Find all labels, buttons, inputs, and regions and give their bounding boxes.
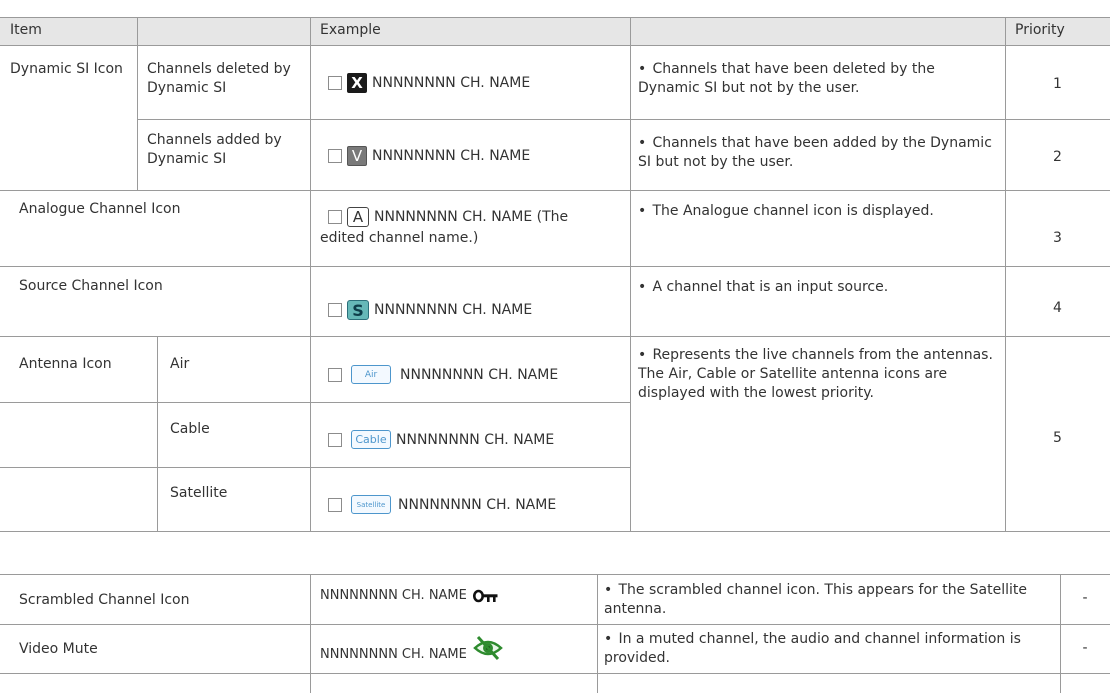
satellite-sublabel: Satellite — [170, 485, 228, 501]
checkbox[interactable] — [328, 210, 342, 224]
channel-name: NNNNNNNN CH. NAME — [374, 302, 533, 318]
channel-name: NNNNNNNN CH. NAME — [400, 366, 559, 383]
video-mute-example: NNNNNNNN CH. NAME — [320, 634, 503, 662]
scrambled-label: Scrambled Channel Icon — [19, 592, 190, 608]
rule — [0, 467, 630, 468]
rule — [630, 17, 631, 531]
channel-name: NNNNNNNN CH. NAME — [396, 431, 555, 448]
channel-name: NNNNNNNN CH. NAME — [398, 496, 557, 513]
table-header-row — [0, 17, 1110, 45]
channel-name: NNNNNNNN CH. NAME — [372, 75, 531, 91]
dynamic-si-label: Dynamic SI Icon — [10, 61, 123, 77]
analogue-example: A NNNNNNNN CH. NAME (The — [328, 207, 568, 227]
cable-antenna-icon: Cable — [351, 430, 391, 449]
source-example: S NNNNNNNN CH. NAME — [328, 300, 532, 320]
rule — [137, 17, 138, 45]
rule — [310, 17, 311, 531]
checkbox[interactable] — [328, 497, 342, 512]
rule — [597, 574, 598, 693]
description-text: The scrambled channel icon. This appears… — [604, 582, 1027, 617]
satellite-example: Satellite NNNNNNNN CH. NAME — [328, 495, 556, 514]
checkbox[interactable] — [328, 303, 342, 317]
rule — [137, 45, 138, 190]
description-text: Channels that have been deleted by the D… — [638, 61, 935, 96]
channel-name-note: edited channel name.) — [320, 230, 479, 246]
channel-name: NNNNNNNN CH. NAME — [320, 588, 467, 603]
added-sublabel: Channels added by Dynamic SI — [147, 132, 282, 167]
rule — [0, 574, 1110, 575]
video-mute-description: • In a muted channel, the audio and chan… — [604, 631, 1021, 666]
deleted-sublabel: Channels deleted by Dynamic SI — [147, 61, 291, 96]
air-sublabel: Air — [170, 356, 190, 372]
antenna-label: Antenna Icon — [19, 356, 112, 372]
source-label: Source Channel Icon — [19, 278, 163, 294]
priority-value: 2 — [1053, 149, 1062, 165]
air-antenna-icon: Air — [351, 365, 391, 384]
priority-value: 1 — [1053, 76, 1062, 92]
analogue-description: • The Analogue channel icon is displayed… — [638, 203, 934, 219]
description-text: The Analogue channel icon is displayed. — [652, 203, 934, 219]
header-priority: Priority — [1015, 22, 1065, 38]
rule — [1005, 17, 1006, 531]
rule — [0, 336, 1110, 337]
rule — [0, 531, 1110, 532]
header-item: Item — [10, 22, 42, 38]
rule — [0, 190, 1110, 191]
checkbox[interactable] — [328, 76, 342, 90]
rule — [0, 17, 1110, 18]
rule — [0, 266, 1110, 267]
rule — [137, 119, 1110, 120]
eye-slash-icon — [473, 634, 503, 662]
description-text: A channel that is an input source. — [652, 279, 889, 295]
checkbox[interactable] — [328, 149, 342, 163]
added-v-icon: V — [347, 146, 367, 166]
scrambled-example: NNNNNNNN CH. NAME — [320, 588, 499, 603]
cable-sublabel: Cable — [170, 421, 210, 437]
deleted-description: • Channels that have been deleted by the… — [638, 61, 935, 96]
priority-value: - — [1082, 590, 1088, 606]
channel-name: NNNNNNNN CH. NAME — [372, 148, 531, 164]
priority-value: 5 — [1053, 430, 1062, 446]
channel-name: NNNNNNNN CH. NAME — [320, 647, 467, 662]
satellite-antenna-icon: Satellite — [351, 495, 391, 514]
description-text: In a muted channel, the audio and channe… — [604, 631, 1021, 666]
channel-name: NNNNNNNN CH. NAME (The — [374, 209, 569, 225]
rule — [0, 624, 1110, 625]
rule — [0, 402, 630, 403]
priority-value: 3 — [1053, 230, 1062, 246]
air-example: Air NNNNNNNN CH. NAME — [328, 365, 558, 384]
priority-value: - — [1082, 640, 1088, 656]
analogue-label: Analogue Channel Icon — [19, 201, 181, 217]
antenna-description: • Represents the live channels from the … — [638, 347, 993, 401]
source-s-icon: S — [347, 300, 369, 320]
added-description: • Channels that have been added by the D… — [638, 135, 992, 170]
key-icon — [472, 589, 499, 603]
video-mute-label: Video Mute — [19, 641, 98, 657]
description-text: Represents the live channels from the an… — [638, 347, 993, 401]
rule — [0, 673, 1110, 674]
priority-value: 4 — [1053, 300, 1062, 316]
header-example: Example — [320, 22, 381, 38]
added-example: V NNNNNNNN CH. NAME — [328, 146, 530, 166]
source-description: • A channel that is an input source. — [638, 279, 889, 295]
analogue-a-icon: A — [347, 207, 369, 227]
checkbox[interactable] — [328, 432, 342, 447]
rule — [157, 336, 158, 531]
checkbox[interactable] — [328, 367, 342, 382]
rule — [0, 45, 1110, 46]
deleted-example: X NNNNNNNN CH. NAME — [328, 73, 530, 93]
scrambled-description: • The scrambled channel icon. This appea… — [604, 582, 1027, 617]
description-text: Channels that have been added by the Dyn… — [638, 135, 992, 170]
deleted-x-icon: X — [347, 73, 367, 93]
cable-example: Cable NNNNNNNN CH. NAME — [328, 430, 554, 449]
rule — [310, 574, 311, 693]
